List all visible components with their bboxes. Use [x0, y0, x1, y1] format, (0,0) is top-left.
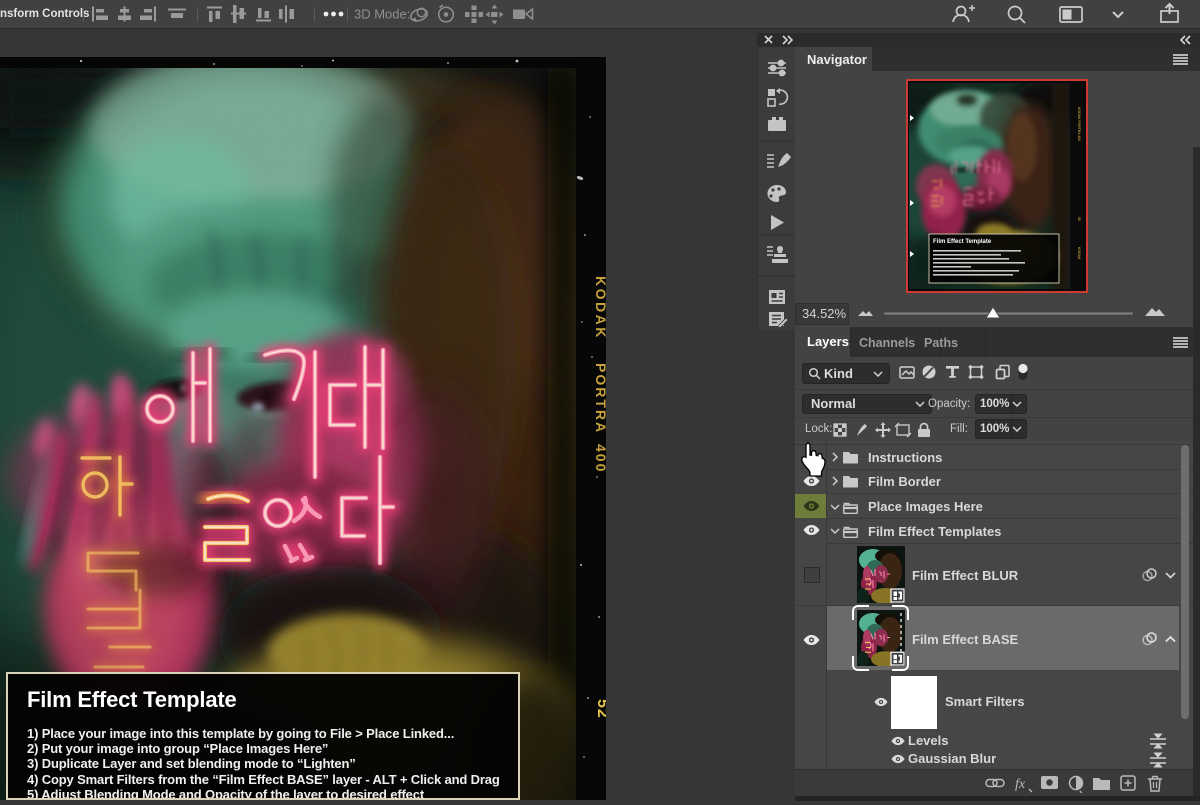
svg-text:3D Mode:: 3D Mode: [354, 7, 410, 22]
svg-text:KODAK PORTRA 400: KODAK PORTRA 400 [1077, 107, 1081, 141]
svg-text:PORTRA: PORTRA [593, 363, 606, 434]
svg-text:KODAK: KODAK [1077, 247, 1081, 260]
svg-text:fx: fx [1015, 777, 1026, 792]
svg-text:52: 52 [1077, 217, 1081, 221]
svg-text:KODAK: KODAK [593, 276, 606, 340]
svg-text:400: 400 [593, 444, 606, 473]
svg-text:52: 52 [594, 699, 606, 719]
svg-text:Film Effect Template: Film Effect Template [933, 239, 992, 245]
